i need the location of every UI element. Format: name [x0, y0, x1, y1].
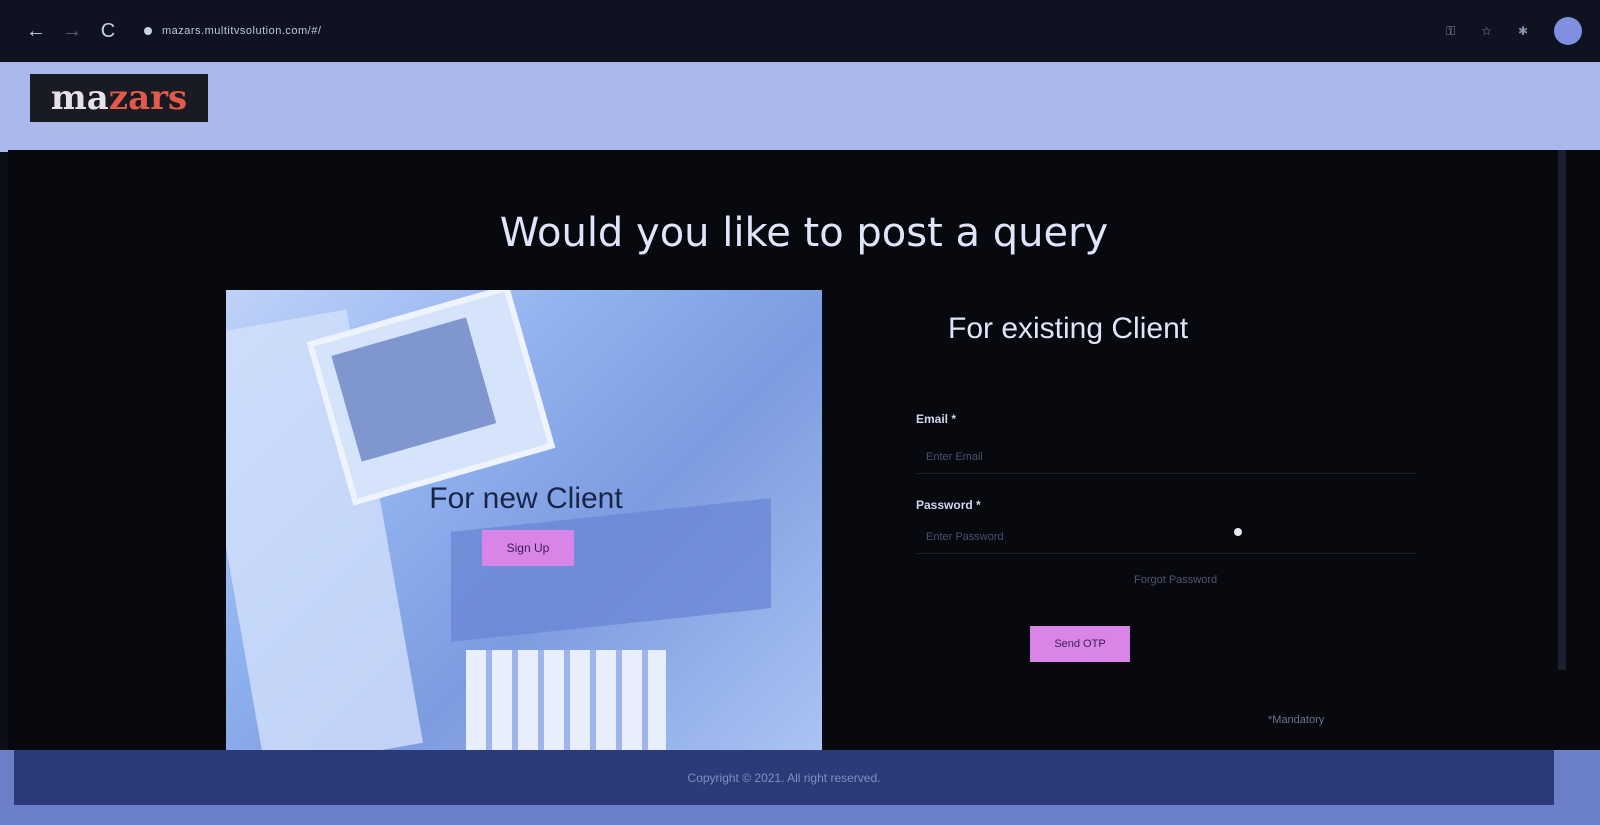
reload-icon[interactable]: C — [90, 20, 126, 43]
back-icon[interactable]: ← — [18, 20, 54, 43]
password-field[interactable]: Enter Password — [916, 520, 1416, 554]
existing-client-title: For existing Client — [948, 312, 1189, 345]
keyboard-image — [466, 650, 666, 750]
copyright-text: Copyright © 2021. All right reserved. — [687, 770, 881, 785]
footer: Copyright © 2021. All right reserved. — [0, 750, 1600, 825]
logo-text-part2: zars — [108, 78, 188, 118]
background-image-slab — [451, 498, 771, 642]
main-content: Would you like to post a query For new C… — [8, 150, 1600, 750]
profile-avatar[interactable] — [1554, 17, 1582, 45]
logo-text-part1: ma — [50, 78, 109, 118]
email-label: Email * — [916, 412, 957, 426]
scrollbar[interactable] — [1558, 150, 1566, 670]
star-icon[interactable]: ☆ — [1481, 24, 1492, 38]
mazars-logo[interactable]: ma zars — [30, 74, 208, 122]
address-bar[interactable]: mazars.multitvsolution.com/#/ — [144, 25, 321, 37]
new-client-card: For new Client Sign Up — [226, 290, 822, 750]
site-header: ma zars — [0, 62, 1600, 152]
forgot-password-link[interactable]: Forgot Password — [1134, 574, 1217, 586]
url-text: mazars.multitvsolution.com/#/ — [162, 25, 322, 37]
lock-icon — [144, 27, 152, 35]
forward-icon[interactable]: → — [54, 20, 90, 43]
sign-up-button[interactable]: Sign Up — [482, 530, 574, 566]
page-title: Would you like to post a query — [499, 210, 1109, 256]
new-client-title: For new Client — [429, 482, 623, 515]
mandatory-note: *Mandatory — [1268, 714, 1325, 726]
key-icon[interactable]: ⚿ — [1446, 24, 1455, 39]
password-label: Password * — [916, 498, 981, 512]
email-field[interactable]: Enter Email — [916, 440, 1416, 474]
send-otp-button[interactable]: Send OTP — [1030, 626, 1130, 662]
browser-actions: ⚿ ☆ ✱ — [1446, 17, 1582, 45]
extension-icon[interactable]: ✱ — [1518, 24, 1528, 38]
browser-toolbar: ← → C mazars.multitvsolution.com/#/ ⚿ ☆ … — [0, 0, 1600, 62]
footer-bar: Copyright © 2021. All right reserved. — [14, 750, 1554, 805]
show-password-icon[interactable] — [1234, 528, 1242, 536]
